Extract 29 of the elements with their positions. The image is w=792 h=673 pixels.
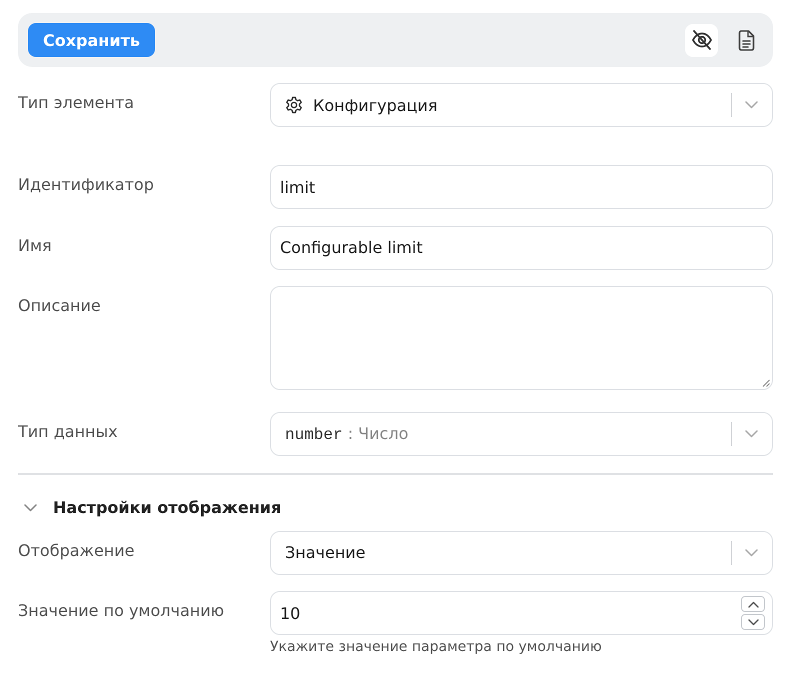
hint-text: Укажите значение параметра по умолчанию [270, 638, 602, 656]
resize-handle-icon[interactable] [762, 379, 770, 387]
gear-icon [285, 96, 303, 114]
chevron-down-icon [745, 548, 758, 556]
chevron-down-icon [748, 618, 758, 626]
field-label: Тип элемента [18, 92, 134, 113]
chevron-down-icon[interactable] [24, 504, 36, 512]
field-label: Описание [18, 295, 101, 316]
document-icon [738, 30, 755, 50]
section-title[interactable]: Настройки отображения [53, 498, 282, 518]
increment-button[interactable] [741, 596, 765, 612]
field-label: Идентификатор [18, 174, 154, 195]
dropdown[interactable]: number : Число [270, 412, 773, 456]
text-input[interactable]: Configurable limit [270, 226, 773, 270]
chevron-down-icon [745, 101, 758, 109]
decrement-button[interactable] [741, 614, 765, 630]
chevron-down-icon [745, 430, 758, 438]
visibility-toggle-button[interactable] [685, 24, 718, 56]
dropdown[interactable]: Значение [270, 530, 773, 574]
field-label: Имя [18, 234, 52, 256]
eye-slash-icon [690, 29, 712, 51]
field-label: Тип данных [18, 421, 118, 442]
number-input[interactable]: 10 [270, 591, 773, 635]
dropdown[interactable]: Конфигурация [270, 83, 773, 127]
field-label: Отображение [18, 540, 134, 560]
field-label: Значение по умолчанию [18, 600, 224, 621]
chevron-up-icon [748, 600, 758, 608]
textarea-field[interactable] [270, 286, 773, 390]
text-input[interactable]: limit [270, 165, 773, 209]
